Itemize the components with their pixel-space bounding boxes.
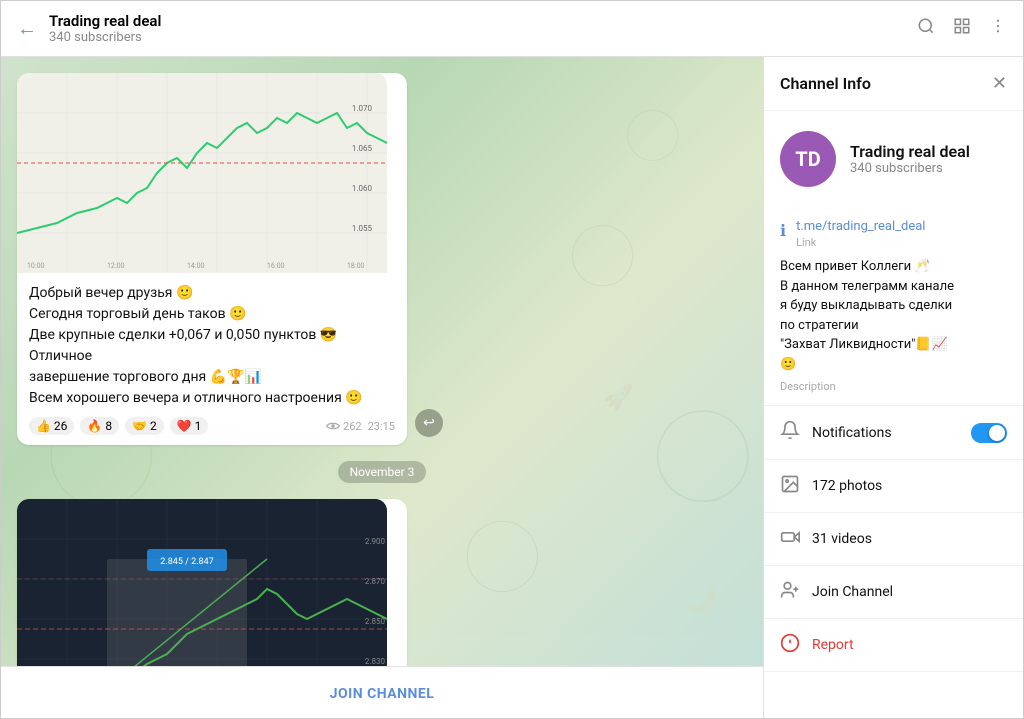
right-panel: Channel Info ✕ TD Trading real deal 340 … <box>763 57 1023 718</box>
message-meta-1: 262 23:15 <box>326 420 395 433</box>
bell-icon <box>780 420 800 445</box>
chat-area: 🐸 🚀 ⭐ 🌙 💫 <box>1 57 763 718</box>
svg-text:1.060: 1.060 <box>352 184 373 193</box>
view-count-1: 262 <box>326 420 362 433</box>
notifications-label: Notifications <box>812 425 959 441</box>
channel-description: Всем привет Коллеги 🥂 В данном телеграмм… <box>780 257 1007 374</box>
svg-text:16:00: 16:00 <box>267 262 284 270</box>
videos-row[interactable]: 31 videos <box>764 513 1023 566</box>
msg-time-1: 23:15 <box>368 420 395 433</box>
more-icon[interactable] <box>989 17 1007 40</box>
svg-text:1.065: 1.065 <box>352 144 373 153</box>
close-button[interactable]: ✕ <box>992 73 1007 94</box>
channel-subscribers: 340 subscribers <box>850 161 970 176</box>
chat-messages: 1.070 1.065 1.060 1.055 10:00 12:00 14:0… <box>1 57 763 666</box>
svg-text:12:00: 12:00 <box>107 262 124 270</box>
channel-profile: TD Trading real deal 340 subscribers <box>764 111 1023 207</box>
svg-text:2.900: 2.900 <box>365 537 386 546</box>
header-actions <box>917 17 1007 40</box>
svg-text:14:00: 14:00 <box>187 262 204 270</box>
message-2: 2.845 / 2.847 2.900 2.870 2.850 2.830 2.… <box>17 499 407 666</box>
forward-button-1[interactable]: ↩ <box>415 409 443 437</box>
back-button[interactable]: ← <box>17 16 37 41</box>
info-icon: ℹ <box>780 221 786 240</box>
svg-text:2.845 / 2.847: 2.845 / 2.847 <box>160 557 213 567</box>
videos-label: 31 videos <box>812 531 1007 547</box>
header: ← Trading real deal 340 subscribers <box>1 1 1023 57</box>
channel-info: Trading real deal 340 subscribers <box>850 142 970 176</box>
message-footer-1: 👍 26 🔥 8 🤝 2 ❤️ 1 262 23:15 <box>17 413 407 445</box>
channel-title: Trading real deal <box>49 12 917 30</box>
svg-text:18:00: 18:00 <box>347 262 364 270</box>
reaction-fire[interactable]: 🔥 8 <box>80 417 119 435</box>
photos-label: 172 photos <box>812 478 1007 494</box>
notifications-toggle[interactable] <box>971 423 1007 443</box>
date-separator: November 3 <box>338 461 427 483</box>
message-text-1: Добрый вечер друзья 🙂 Сегодня торговый д… <box>17 273 407 413</box>
main-area: 🐸 🚀 ⭐ 🌙 💫 <box>1 57 1023 718</box>
message-bubble-1: 1.070 1.065 1.060 1.055 10:00 12:00 14:0… <box>17 73 407 445</box>
panel-header: Channel Info ✕ <box>764 57 1023 111</box>
panel-title: Channel Info <box>780 74 871 93</box>
message-bubble-2: 2.845 / 2.847 2.900 2.870 2.850 2.830 2.… <box>17 499 407 666</box>
app-container: ← Trading real deal 340 subscribers <box>0 0 1024 719</box>
description-label: Description <box>780 380 1007 393</box>
notifications-row: Notifications <box>764 406 1023 460</box>
header-info: Trading real deal 340 subscribers <box>49 12 917 45</box>
report-row[interactable]: Report <box>764 619 1023 672</box>
add-person-icon <box>780 580 800 604</box>
link-label: Link <box>796 236 925 249</box>
reaction-handshake[interactable]: 🤝 2 <box>125 417 164 435</box>
subscriber-count: 340 subscribers <box>49 30 917 45</box>
photo-icon <box>780 474 800 498</box>
join-channel-button[interactable]: JOIN CHANNEL <box>330 686 435 702</box>
chart-2: 2.845 / 2.847 2.900 2.870 2.850 2.830 2.… <box>17 499 387 666</box>
svg-text:2.870: 2.870 <box>365 577 386 586</box>
chart-1: 1.070 1.065 1.060 1.055 10:00 12:00 14:0… <box>17 73 387 273</box>
channel-link[interactable]: t.me/trading_real_deal <box>796 219 925 234</box>
report-label: Report <box>812 637 854 653</box>
join-channel-label: Join Channel <box>812 584 893 600</box>
search-icon[interactable] <box>917 17 935 40</box>
reaction-heart[interactable]: ❤️ 1 <box>170 417 209 435</box>
video-icon <box>780 527 800 551</box>
date-label: November 3 <box>338 461 427 483</box>
report-icon <box>780 633 800 657</box>
toggle-dot <box>989 425 1005 441</box>
join-channel-row[interactable]: Join Channel <box>764 566 1023 619</box>
channel-name: Trading real deal <box>850 142 970 161</box>
svg-text:1.055: 1.055 <box>352 224 373 233</box>
join-bar: JOIN CHANNEL <box>1 666 763 718</box>
svg-text:2.850: 2.850 <box>365 617 386 626</box>
link-section: ℹ t.me/trading_real_deal Link Всем приве… <box>764 207 1023 406</box>
message-1: 1.070 1.065 1.060 1.055 10:00 12:00 14:0… <box>17 73 407 445</box>
photos-row[interactable]: 172 photos <box>764 460 1023 513</box>
svg-text:1.070: 1.070 <box>352 104 373 113</box>
svg-text:10:00: 10:00 <box>27 262 44 270</box>
reactions-1: 👍 26 🔥 8 🤝 2 ❤️ 1 <box>29 417 208 435</box>
layout-icon[interactable] <box>953 17 971 40</box>
reaction-thumbsup[interactable]: 👍 26 <box>29 417 74 435</box>
svg-text:2.830: 2.830 <box>365 657 386 666</box>
avatar: TD <box>780 131 836 187</box>
